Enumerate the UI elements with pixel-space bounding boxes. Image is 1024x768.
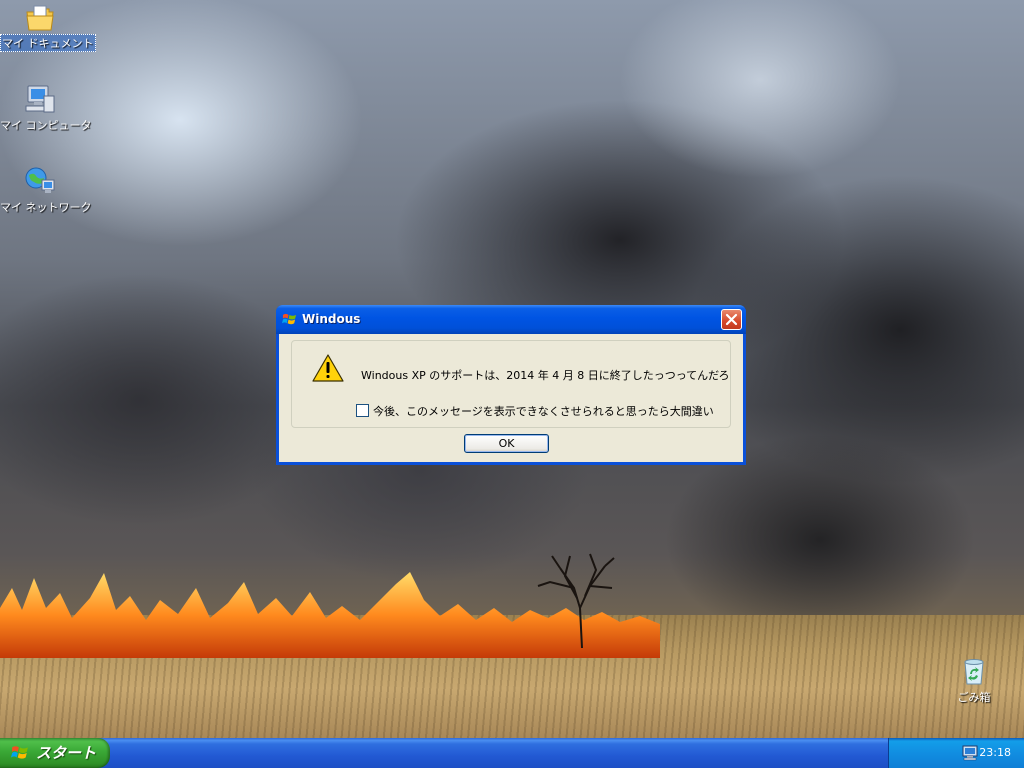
- system-tray: 23:18: [888, 738, 1024, 768]
- warning-icon: [312, 354, 344, 382]
- my-computer-icon: [25, 85, 55, 113]
- my-network-icon: [25, 167, 55, 193]
- dont-show-again-checkbox[interactable]: 今後、このメッセージを表示できなくさせられると思ったら大間違い: [356, 403, 714, 419]
- taskbar: スタート 23:18: [0, 738, 1024, 768]
- desktop-icon-label: ごみ箱: [957, 691, 991, 704]
- start-label: スタート: [36, 744, 97, 762]
- desktop-icon-label: マイ コンピュータ: [0, 119, 92, 132]
- desktop-icon-my-computer[interactable]: マイ コンピュータ: [0, 84, 92, 133]
- dialog-message: Windous XP のサポートは、2014 年 4 月 8 日に終了したっつっ…: [361, 369, 730, 382]
- windows-logo-icon: [11, 746, 28, 759]
- dialog-body: Windous XP のサポートは、2014 年 4 月 8 日に終了したっつっ…: [279, 334, 743, 462]
- message-dialog: Windous Windous XP のサポートは、2014 年 4 月 8 日…: [276, 305, 746, 465]
- desktop-icon-my-network[interactable]: マイ ネットワーク: [0, 166, 92, 215]
- network-icon[interactable]: [961, 744, 979, 762]
- close-button[interactable]: [721, 309, 742, 330]
- desktop-icon-my-documents[interactable]: マイ ドキュメント: [0, 4, 96, 52]
- checkbox-box[interactable]: [356, 404, 369, 417]
- close-icon: [725, 313, 738, 326]
- desktop-icon-label: マイ ドキュメント: [0, 34, 96, 52]
- desktop-icon-recycle-bin[interactable]: ごみ箱: [934, 656, 1014, 705]
- desktop-icon-label: マイ ネットワーク: [0, 201, 92, 214]
- clock[interactable]: 23:18: [979, 746, 1011, 759]
- message-group-box: Windous XP のサポートは、2014 年 4 月 8 日に終了したっつっ…: [291, 340, 731, 428]
- windows-logo-icon: [282, 313, 297, 325]
- recycle-bin-icon: [964, 659, 984, 685]
- dialog-title-bar[interactable]: Windous: [276, 305, 746, 334]
- dialog-title: Windous: [302, 312, 361, 326]
- my-documents-folder-icon: [26, 5, 54, 31]
- checkbox-label: 今後、このメッセージを表示できなくさせられると思ったら大間違い: [373, 405, 714, 418]
- ok-button[interactable]: OK: [464, 434, 549, 453]
- wallpaper-tree: [537, 553, 615, 648]
- start-button[interactable]: スタート: [0, 738, 110, 768]
